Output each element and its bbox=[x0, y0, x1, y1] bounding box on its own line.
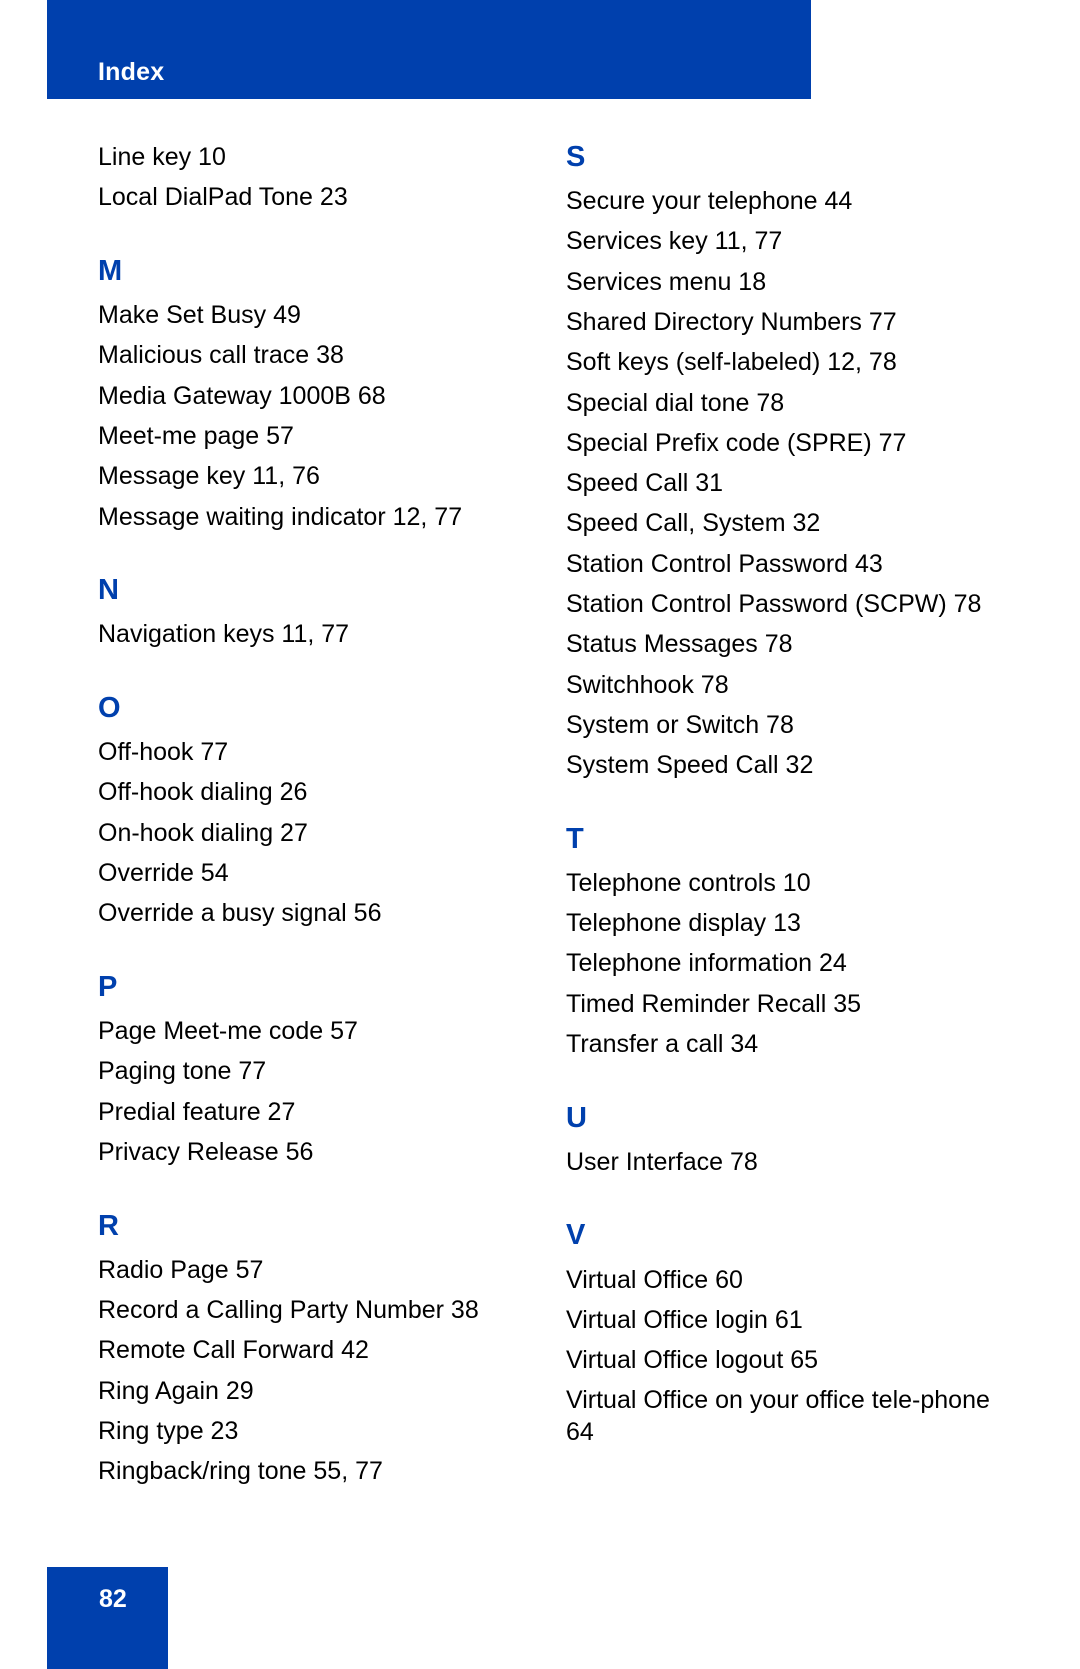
index-entry: Malicious call trace 38 bbox=[98, 341, 344, 370]
index-entry: Line key 10 bbox=[98, 143, 226, 172]
index-entry: Special dial tone 78 bbox=[566, 388, 785, 417]
index-entry: Navigation keys 11, 77 bbox=[98, 620, 350, 649]
index-entry: Speed Call 31 bbox=[566, 469, 724, 498]
index-entry: Special Prefix code (SPRE) 77 bbox=[566, 428, 907, 457]
index-entry: Privacy Release 56 bbox=[98, 1137, 314, 1166]
index-entry: Station Control Password (SCPW) 78 bbox=[566, 589, 982, 618]
section-heading-v: V bbox=[566, 1219, 586, 1252]
page-title: Index bbox=[98, 58, 165, 86]
index-entry: Virtual Office login 61 bbox=[566, 1305, 803, 1334]
index-entry: Override 54 bbox=[98, 859, 229, 888]
index-entry: Station Control Password 43 bbox=[566, 549, 883, 578]
index-entry: Speed Call, System 32 bbox=[566, 509, 821, 538]
right-sections: S Secure your telephone 44 Services key 11… bbox=[566, 137, 1006, 1453]
section-heading-s: S bbox=[566, 141, 586, 173]
index-entry: Predial feature 27 bbox=[98, 1097, 296, 1126]
index-entry: Make Set Busy 49 bbox=[98, 301, 301, 330]
section-heading-t: T bbox=[566, 822, 584, 855]
index-entry: Virtual Office on your office tele-phone… bbox=[566, 1386, 990, 1447]
section-heading-r: R bbox=[98, 1209, 119, 1242]
section-heading-m: M bbox=[98, 255, 123, 288]
index-entry: Ringback/ring tone 55, 77 bbox=[98, 1457, 383, 1486]
index-entry: Off-hook 77 bbox=[98, 738, 229, 767]
index-entry: Timed Reminder Recall 35 bbox=[566, 989, 862, 1018]
index-entry: Radio Page 57 bbox=[98, 1255, 264, 1284]
index-entry: Off-hook dialing 26 bbox=[98, 778, 308, 807]
index-entry: Shared Directory Numbers 77 bbox=[566, 307, 897, 336]
index-entry: Telephone controls 10 bbox=[566, 868, 811, 897]
index-entry: System Speed Call 32 bbox=[566, 751, 814, 780]
index-entry: User Interface 78 bbox=[566, 1147, 758, 1176]
index-column-left: Line key 10 Local DialPad Tone 23 M Make … bbox=[98, 137, 518, 1491]
index-entry: Services menu 18 bbox=[566, 267, 767, 296]
index-entry: Soft keys (self-labeled) 12, 78 bbox=[566, 348, 897, 377]
index-entry: Ring Again 29 bbox=[98, 1376, 254, 1405]
index-entry: Telephone display 13 bbox=[566, 909, 801, 938]
index-entry: Telephone information 24 bbox=[566, 949, 847, 978]
page-number: 82 bbox=[99, 1585, 127, 1613]
index-entry: Transfer a call 34 bbox=[566, 1029, 759, 1058]
index-entry: Virtual Office 60 bbox=[566, 1265, 743, 1294]
left-sections: M Make Set Busy 49 Malicious call trace 38… bbox=[98, 251, 518, 1491]
page-number-box: 82 bbox=[47, 1567, 168, 1669]
header-band: Index bbox=[47, 0, 811, 99]
index-entry: Override a busy signal 56 bbox=[98, 899, 382, 928]
index-entry: Paging tone 77 bbox=[98, 1057, 267, 1086]
index-entry: Message waiting indicator 12, 77 bbox=[98, 502, 463, 531]
index-entry: Page Meet-me code 57 bbox=[98, 1017, 358, 1046]
index-entry: On-hook dialing 27 bbox=[98, 818, 308, 847]
index-entry: Media Gateway 1000B 68 bbox=[98, 381, 386, 410]
index-entry: Virtual Office logout 65 bbox=[566, 1346, 819, 1375]
index-entry: Meet-me page 57 bbox=[98, 422, 294, 451]
index-entry: Secure your telephone 44 bbox=[566, 187, 853, 216]
index-entry: Ring type 23 bbox=[98, 1416, 239, 1445]
index-entry: Message key 11, 76 bbox=[98, 462, 320, 491]
section-heading-o: O bbox=[98, 692, 121, 725]
index-entry: Status Messages 78 bbox=[566, 630, 793, 659]
index-entry: Switchhook 78 bbox=[566, 670, 729, 699]
section-heading-u: U bbox=[566, 1101, 587, 1134]
index-entry: Remote Call Forward 42 bbox=[98, 1336, 369, 1365]
index-entry: Record a Calling Party Number 38 bbox=[98, 1295, 479, 1324]
index-entry: System or Switch 78 bbox=[566, 710, 794, 739]
section-heading-p: P bbox=[98, 970, 118, 1003]
section-heading-n: N bbox=[98, 574, 119, 607]
index-entry: Services key 11, 77 bbox=[566, 227, 783, 256]
index-entry: Local DialPad Tone 23 bbox=[98, 183, 348, 212]
index-column-right: S Secure your telephone 44 Services key 11… bbox=[566, 137, 1006, 1453]
